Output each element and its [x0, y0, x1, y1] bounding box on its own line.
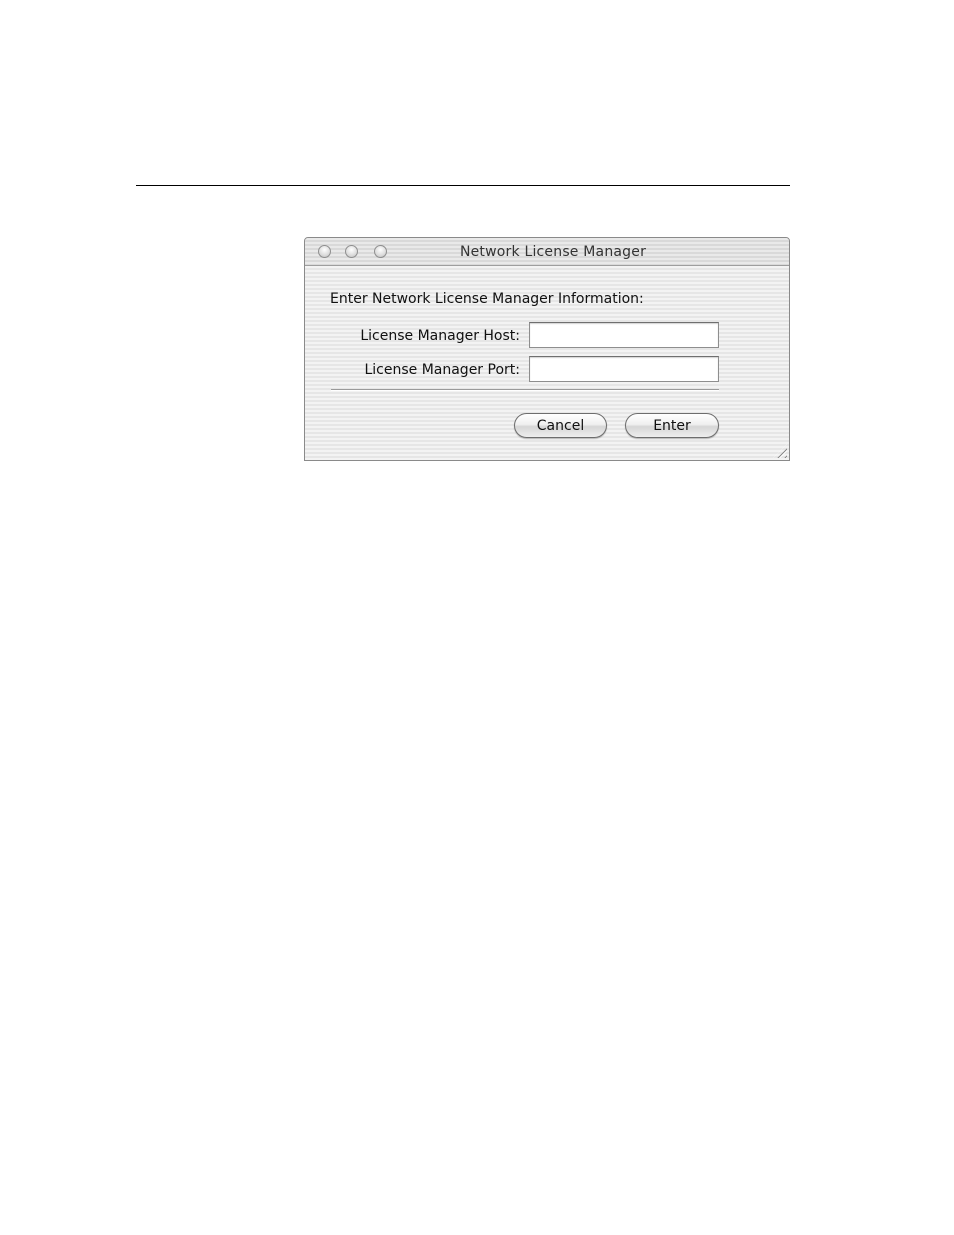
window-title: Network License Manager	[459, 244, 647, 260]
host-label: License Manager Host:	[360, 328, 520, 344]
form-instructions: Enter Network License Manager Informatio…	[330, 291, 644, 307]
enter-button[interactable]: Enter	[625, 413, 719, 438]
separator	[331, 389, 719, 391]
host-input[interactable]	[529, 322, 719, 348]
cancel-button[interactable]: Cancel	[514, 413, 607, 438]
title-bar[interactable]: Network License Manager	[305, 238, 789, 266]
page-header-rule	[136, 185, 790, 186]
network-license-manager-dialog: Network License Manager Enter Network Li…	[304, 237, 790, 461]
resize-grip-icon[interactable]	[773, 444, 787, 458]
port-input[interactable]	[529, 356, 719, 382]
port-label: License Manager Port:	[364, 362, 520, 378]
